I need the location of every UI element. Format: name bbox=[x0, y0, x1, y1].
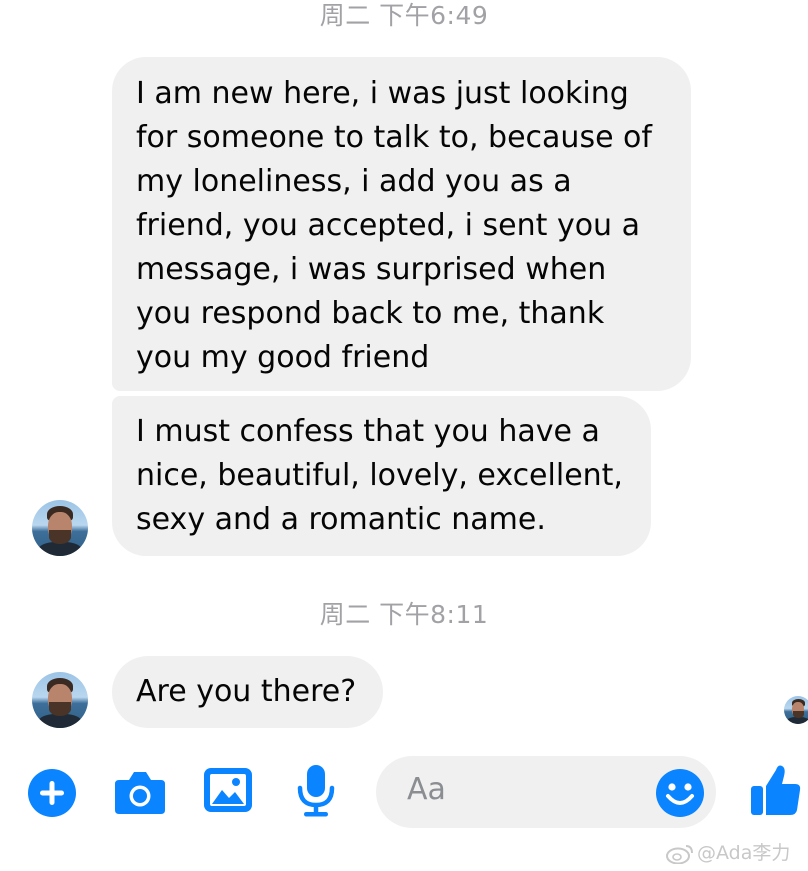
like-icon[interactable] bbox=[748, 762, 804, 818]
message-bubble[interactable]: I must confess that you have a nice, bea… bbox=[112, 396, 651, 556]
weibo-logo-icon bbox=[666, 844, 693, 864]
sender-avatar[interactable] bbox=[32, 500, 88, 556]
message-bubble[interactable]: Are you there? bbox=[112, 656, 383, 728]
timestamp: 周二 下午6:49 bbox=[319, 1, 489, 30]
plus-icon[interactable] bbox=[27, 768, 77, 818]
emoji-icon[interactable] bbox=[655, 768, 705, 818]
sender-avatar[interactable] bbox=[32, 672, 88, 728]
timestamp: 周二 下午8:11 bbox=[319, 600, 489, 629]
watermark: @Ada李力 bbox=[666, 838, 790, 865]
input-placeholder: Aa bbox=[407, 772, 446, 807]
message-bubble[interactable]: I am new here, i was just looking for so… bbox=[112, 57, 691, 391]
camera-icon[interactable] bbox=[113, 768, 167, 816]
mic-icon[interactable] bbox=[295, 763, 337, 819]
image-icon[interactable] bbox=[202, 766, 254, 816]
watermark-text: @Ada李力 bbox=[697, 842, 791, 864]
seen-avatar bbox=[784, 696, 808, 724]
